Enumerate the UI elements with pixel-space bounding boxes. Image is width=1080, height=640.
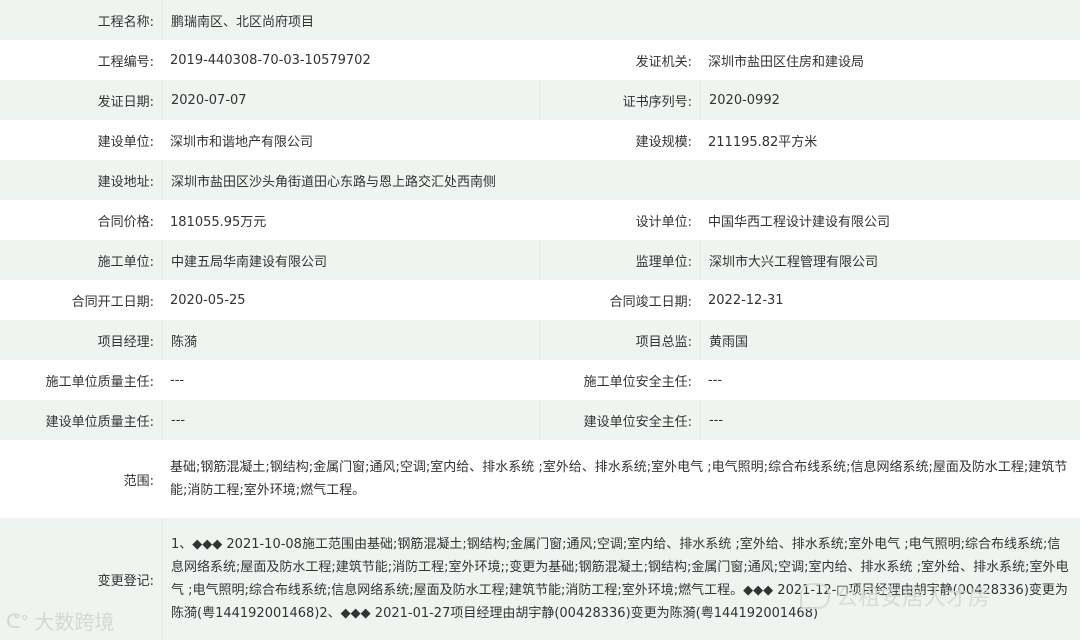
- label-certificate-serial: 证书序列号:: [622, 94, 692, 110]
- label-owner-quality-officer: 建设单位质量主任:: [45, 414, 154, 430]
- label-contractor-quality-officer: 施工单位质量主任:: [45, 374, 154, 390]
- row-contract-price: 合同价格: 181055.95万元 设计单位: 中国华西工程设计建设有限公司: [0, 200, 1080, 240]
- label-construction-address: 建设地址:: [97, 174, 154, 190]
- label-contract-start-date: 合同开工日期:: [71, 294, 154, 310]
- value-contractor: 中建五局华南建设有限公司: [162, 240, 540, 280]
- label-issuing-authority: 发证机关:: [635, 54, 692, 70]
- label-contractor-safety-officer: 施工单位安全主任:: [583, 374, 692, 390]
- value-owner-safety-officer: ---: [700, 400, 1080, 440]
- row-construction-address: 建设地址: 深圳市盐田区沙头角街道田心东路与恩上路交汇处西南侧: [0, 160, 1080, 200]
- label-project-name: 工程名称:: [97, 14, 154, 30]
- row-project-number: 工程编号: 2019-440308-70-03-10579702 发证机关: 深…: [0, 40, 1080, 80]
- value-change-registration: 1、◆◆◆ 2021-10-08施工范围由基础;钢筋混凝土;钢结构;金属门窗;通…: [162, 518, 1080, 640]
- label-contractor: 施工单位:: [97, 254, 154, 270]
- value-issue-date: 2020-07-07: [162, 80, 540, 120]
- label-project-manager: 项目经理:: [97, 334, 154, 350]
- row-construction-unit: 建设单位: 深圳市和谐地产有限公司 建设规模: 211195.82平方米: [0, 120, 1080, 160]
- permit-info-table: 工程名称: 鹏瑞南区、北区尚府项目 工程编号: 2019-440308-70-0…: [0, 0, 1080, 640]
- value-contract-price: 181055.95万元: [170, 214, 267, 230]
- value-contract-start-date: 2020-05-25: [170, 292, 246, 308]
- row-scope: 范围: 基础;钢筋混凝土;钢结构;金属门窗;通风;空调;室内给、排水系统 ;室外…: [0, 440, 1080, 518]
- value-scope: 基础;钢筋混凝土;钢结构;金属门窗;通风;空调;室内给、排水系统 ;室外给、排水…: [170, 460, 1068, 498]
- label-contract-price: 合同价格:: [97, 214, 154, 230]
- value-contract-completion-date: 2022-12-31: [708, 292, 784, 308]
- value-project-number: 2019-440308-70-03-10579702: [170, 52, 371, 68]
- watermark-right: 公租安居人才房: [800, 580, 990, 612]
- value-project-name: 鹏瑞南区、北区尚府项目: [162, 0, 1080, 40]
- value-contractor-quality-officer: ---: [170, 372, 185, 388]
- label-project-number: 工程编号:: [97, 54, 154, 70]
- value-design-unit: 中国华西工程设计建设有限公司: [708, 214, 891, 230]
- watermark-right-text: 公租安居人才房: [836, 586, 991, 611]
- value-project-director: 黄雨国: [700, 320, 1080, 360]
- row-issue-date: 发证日期: 2020-07-07 证书序列号: 2020-0992: [0, 80, 1080, 120]
- row-contractor: 施工单位: 中建五局华南建设有限公司 监理单位: 深圳市大兴工程管理有限公司: [0, 240, 1080, 280]
- value-certificate-serial: 2020-0992: [700, 80, 1080, 120]
- label-construction-unit: 建设单位:: [97, 134, 154, 150]
- row-project-manager: 项目经理: 陈漪 项目总监: 黄雨国: [0, 320, 1080, 360]
- row-contractor-officers: 施工单位质量主任: --- 施工单位安全主任: ---: [0, 360, 1080, 400]
- value-construction-unit: 深圳市和谐地产有限公司: [170, 134, 314, 150]
- value-contractor-safety-officer: ---: [708, 372, 723, 388]
- watermark-left-text: 大数跨境: [34, 610, 115, 634]
- label-owner-safety-officer: 建设单位安全主任:: [583, 414, 692, 430]
- label-contract-completion-date: 合同竣工日期:: [609, 294, 692, 310]
- watermark-left: ᕦᐤ 大数跨境: [6, 606, 114, 635]
- label-issue-date: 发证日期:: [97, 94, 154, 110]
- wechat-icon: [800, 583, 830, 609]
- watermark-logo-icon: ᕦᐤ: [6, 608, 29, 633]
- value-owner-quality-officer: ---: [162, 400, 540, 440]
- row-project-name: 工程名称: 鹏瑞南区、北区尚府项目: [0, 0, 1080, 40]
- value-project-manager: 陈漪: [162, 320, 540, 360]
- value-construction-address: 深圳市盐田区沙头角街道田心东路与恩上路交汇处西南侧: [162, 160, 1080, 200]
- label-supervision-unit: 监理单位:: [635, 254, 692, 270]
- value-construction-scale: 211195.82平方米: [708, 134, 818, 150]
- label-construction-scale: 建设规模:: [635, 134, 692, 150]
- row-owner-officers: 建设单位质量主任: --- 建设单位安全主任: ---: [0, 400, 1080, 440]
- value-issuing-authority: 深圳市盐田区住房和建设局: [708, 54, 865, 70]
- value-supervision-unit: 深圳市大兴工程管理有限公司: [700, 240, 1080, 280]
- row-contract-dates: 合同开工日期: 2020-05-25 合同竣工日期: 2022-12-31: [0, 280, 1080, 320]
- label-scope: 范围:: [123, 473, 154, 489]
- row-change-registration: 变更登记: 1、◆◆◆ 2021-10-08施工范围由基础;钢筋混凝土;钢结构;…: [0, 518, 1080, 640]
- label-project-director: 项目总监:: [635, 334, 692, 350]
- label-design-unit: 设计单位:: [635, 214, 692, 230]
